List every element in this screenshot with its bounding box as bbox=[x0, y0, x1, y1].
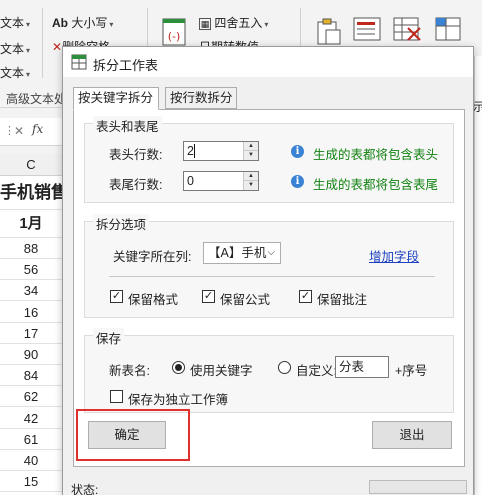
tab-panel-keyword: 表头和表尾 表头行数: 2 ▲ ▼ i 生成的表都将包含表头 表尾行数: 0 ▲… bbox=[73, 109, 465, 467]
use-keyword-label[interactable]: 使用关键字 bbox=[190, 360, 253, 379]
case-button[interactable]: Ab 大小写 ▾ bbox=[52, 14, 113, 31]
keep-comment-label[interactable]: 保留批注 bbox=[317, 289, 367, 308]
split-sheet-app-icon bbox=[71, 54, 87, 70]
header-rows-spinner[interactable]: 2 ▲ ▼ bbox=[183, 141, 259, 161]
formula-bar[interactable]: ⋮ ✕ fx bbox=[0, 118, 62, 146]
sheet-value-cell[interactable]: 84 bbox=[0, 365, 62, 387]
split-options-group: 拆分选项 关键字所在列: 【A】手机 ⌵ 增加字段 ✓ 保留格式 ✓ 保留公式 … bbox=[84, 214, 454, 318]
right-panel-strip: 示 bbox=[473, 56, 482, 495]
sheet-value-cell[interactable]: 16 bbox=[0, 302, 62, 323]
fx-icon[interactable]: fx bbox=[32, 122, 43, 136]
sheet-value-cell[interactable]: 62 bbox=[0, 386, 62, 408]
header-rows-value[interactable]: 2 bbox=[187, 144, 194, 158]
key-column-select[interactable]: 【A】手机 ⌵ bbox=[203, 242, 281, 264]
footer-rows-up-icon[interactable]: ▲ bbox=[244, 172, 258, 181]
custom-name-radio[interactable] bbox=[278, 361, 291, 374]
sheet-value-cell[interactable]: 56 bbox=[0, 259, 62, 281]
keep-comment-checkbox[interactable]: ✓ bbox=[299, 290, 312, 303]
keep-formula-label[interactable]: 保留公式 bbox=[220, 289, 270, 308]
add-field-link[interactable]: 增加字段 bbox=[369, 246, 419, 265]
sheet-value-cell[interactable]: 15 bbox=[0, 471, 62, 493]
text-caret bbox=[194, 144, 195, 158]
tab-split-by-rows[interactable]: 按行数拆分 bbox=[165, 87, 237, 109]
round-button[interactable]: ▦ 四舍五入 ▾ bbox=[199, 14, 268, 31]
sheet-value-cell[interactable]: 90 bbox=[0, 344, 62, 365]
highlight-box bbox=[76, 409, 190, 461]
right-panel-label: 示 bbox=[473, 100, 482, 114]
custom-name-input[interactable]: 分表 bbox=[335, 356, 389, 378]
exit-button[interactable]: 退出 bbox=[372, 421, 452, 449]
sheet-title-cell[interactable]: 手机销售 bbox=[0, 176, 62, 210]
split-options-group-title: 拆分选项 bbox=[93, 214, 150, 233]
header-rows-up-icon[interactable]: ▲ bbox=[244, 142, 258, 151]
divider bbox=[109, 276, 435, 277]
sheet-grid: 手机销售 1月 88563416179084624261401579 bbox=[0, 176, 62, 495]
svg-text:(-): (-) bbox=[168, 30, 181, 43]
status-bar: 状态: bbox=[63, 477, 473, 495]
info-icon: i bbox=[291, 145, 304, 158]
advanced-text-group-label: 高级文本处 bbox=[6, 92, 67, 106]
footer-rows-label: 表尾行数: bbox=[109, 178, 163, 192]
keep-format-label[interactable]: 保留格式 bbox=[128, 289, 178, 308]
sheet-value-cell[interactable]: 17 bbox=[0, 323, 62, 344]
paste-icon[interactable] bbox=[314, 16, 344, 46]
use-keyword-radio[interactable] bbox=[172, 361, 185, 374]
case-icon: Ab bbox=[52, 16, 68, 30]
footer-rows-spinner[interactable]: 0 ▲ ▼ bbox=[183, 171, 259, 191]
footer-rows-down-icon[interactable]: ▼ bbox=[244, 181, 258, 190]
sheet-value-cell[interactable]: 34 bbox=[0, 280, 62, 302]
dialog-titlebar[interactable]: 拆分工作表 bbox=[63, 47, 473, 77]
sheet-value-cell[interactable]: 42 bbox=[0, 408, 62, 429]
keep-formula-checkbox[interactable]: ✓ bbox=[202, 290, 215, 303]
tab-split-by-keyword[interactable]: 按关键字拆分 bbox=[73, 87, 159, 110]
delete-icon: ✕ bbox=[52, 40, 63, 50]
sheet-value-cell[interactable]: 61 bbox=[0, 429, 62, 450]
key-column-label: 关键字所在列: bbox=[113, 250, 192, 264]
status-label: 状态: bbox=[71, 483, 99, 495]
status-progress-bar bbox=[369, 480, 467, 494]
sheet-value-cell[interactable]: 88 bbox=[0, 238, 62, 259]
split-sheet-dialog: 拆分工作表 按关键字拆分 按行数拆分 表头和表尾 表头行数: 2 ▲ ▼ i 生… bbox=[62, 46, 474, 495]
column-header-c[interactable]: C bbox=[0, 154, 62, 176]
sheet-value-cell[interactable]: 40 bbox=[0, 450, 62, 471]
ribbon-text-item-1[interactable]: 文本 ▾ bbox=[0, 14, 30, 31]
dialog-title: 拆分工作表 bbox=[93, 58, 159, 73]
delete-cells-icon[interactable] bbox=[392, 14, 422, 44]
header-footer-group-title: 表头和表尾 bbox=[93, 116, 162, 135]
footer-hint-text: 生成的表都将包含表尾 bbox=[313, 178, 439, 192]
custom-name-label[interactable]: 自定义: bbox=[296, 360, 337, 379]
new-sheet-name-label: 新表名: bbox=[109, 364, 150, 378]
separate-workbook-label[interactable]: 保存为独立工作簿 bbox=[128, 389, 228, 408]
keep-format-checkbox[interactable]: ✓ bbox=[110, 290, 123, 303]
ribbon-text-item-3[interactable]: 文本 ▾ bbox=[0, 64, 30, 81]
header-footer-group: 表头和表尾 表头行数: 2 ▲ ▼ i 生成的表都将包含表头 表尾行数: 0 ▲… bbox=[84, 116, 454, 203]
insert-cells-icon[interactable] bbox=[432, 14, 466, 44]
save-group-title: 保存 bbox=[93, 328, 125, 347]
header-hint-text: 生成的表都将包含表头 bbox=[313, 148, 439, 162]
separate-workbook-checkbox[interactable] bbox=[110, 390, 123, 403]
header-rows-down-icon[interactable]: ▼ bbox=[244, 151, 258, 160]
round-icon: ▦ bbox=[199, 18, 211, 30]
formula-convert-icon[interactable]: (-) bbox=[158, 16, 192, 50]
format-table-icon[interactable] bbox=[352, 14, 382, 44]
month-header-cell[interactable]: 1月 bbox=[0, 210, 62, 238]
save-group: 保存 新表名: 使用关键字 自定义: 分表 +序号 保存为独立工作簿 bbox=[84, 328, 454, 413]
footer-rows-value[interactable]: 0 bbox=[187, 174, 194, 188]
header-rows-label: 表头行数: bbox=[109, 148, 163, 162]
ribbon-text-item-2[interactable]: 文本 ▾ bbox=[0, 40, 30, 57]
cancel-icon: ✕ bbox=[14, 124, 25, 138]
chevron-down-icon: ⌵ bbox=[267, 247, 275, 258]
info-icon: i bbox=[291, 175, 304, 188]
sequence-suffix-label: +序号 bbox=[395, 364, 428, 378]
